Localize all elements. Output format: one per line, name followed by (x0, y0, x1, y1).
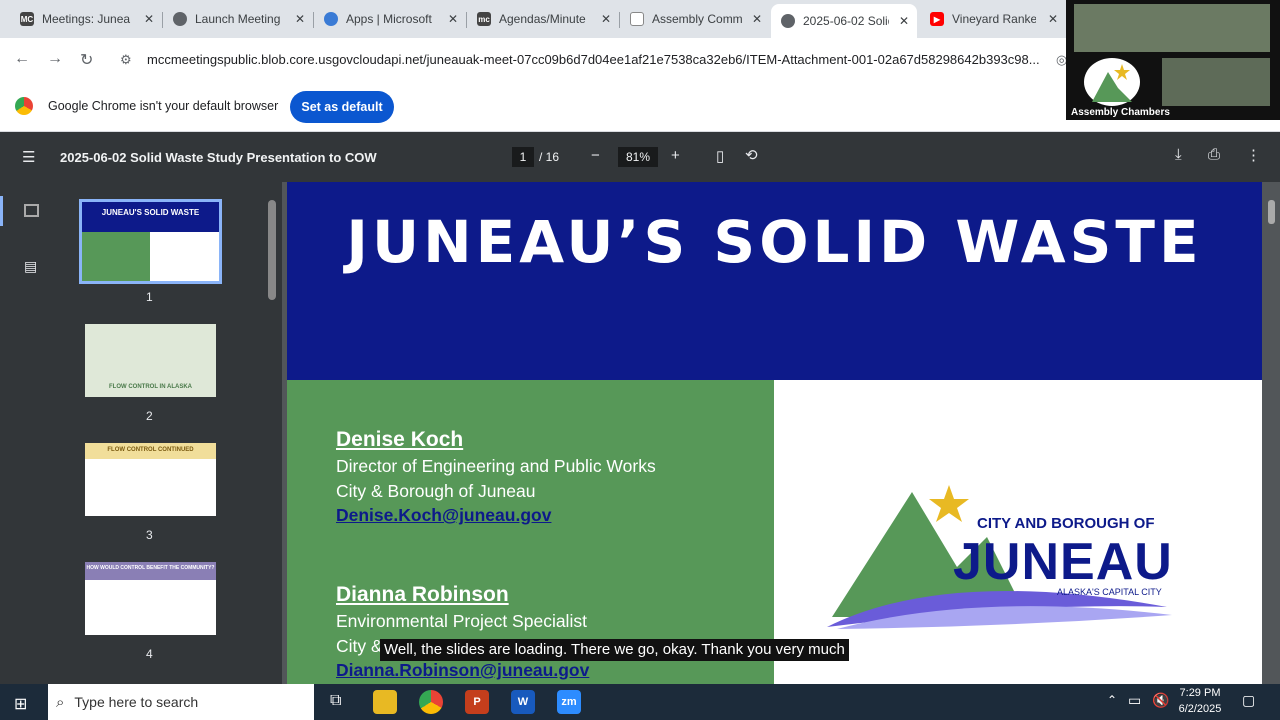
clock-date[interactable]: 6/2/2025 (1176, 703, 1224, 715)
presenter-2-name: Dianna Robinson (336, 583, 509, 606)
network-icon[interactable]: ▭ (1128, 692, 1141, 709)
chrome-icon (15, 97, 33, 115)
tab-vineyard[interactable]: ▶ Vineyard Ranked ✕ (920, 4, 1066, 34)
zoom-in-icon[interactable]: + (671, 147, 680, 164)
more-icon[interactable]: ⋮ (1246, 146, 1261, 164)
thumbnail-page-2[interactable]: FLOW CONTROL IN ALASKA (85, 324, 216, 397)
search-icon: ⌕ (56, 693, 65, 711)
logo-main-text: JUNEAU (953, 533, 1173, 591)
close-icon[interactable]: ✕ (1048, 12, 1058, 26)
close-icon[interactable]: ✕ (448, 12, 458, 26)
logo-top-text: CITY AND BOROUGH OF (977, 515, 1155, 532)
site-info-icon[interactable]: ⚙ (120, 52, 132, 68)
close-icon[interactable]: ✕ (144, 12, 154, 26)
download-icon[interactable]: ⤓ (1175, 146, 1182, 163)
task-view-icon[interactable]: ⧉ (330, 692, 341, 710)
windows-start-icon[interactable]: ⊞ (14, 694, 27, 714)
presenter-1-email[interactable]: Denise.Koch@juneau.gov (336, 505, 551, 526)
video-overlay[interactable]: Assembly Chambers (1066, 0, 1280, 120)
presenter-1-name: Denise Koch (336, 428, 464, 451)
viewer-scrollbar[interactable] (1268, 200, 1275, 224)
presenter-1-org: City & Borough of Juneau (336, 481, 536, 501)
document-icon (630, 12, 644, 26)
clock-time[interactable]: 7:29 PM (1178, 687, 1222, 699)
tray-chevron-icon[interactable]: ⌃ (1107, 693, 1117, 707)
powerpoint-icon[interactable]: P (465, 690, 489, 714)
tab-apps-microsoft[interactable]: Apps | Microsoft ✕ (314, 4, 466, 34)
taskbar-search[interactable]: ⌕ Type here to search (48, 684, 314, 720)
thumbnail-page-1[interactable]: JUNEAU'S SOLID WASTE (82, 202, 219, 281)
pdf-title: 2025-06-02 Solid Waste Study Presentatio… (60, 150, 377, 165)
close-icon[interactable]: ✕ (295, 12, 305, 26)
close-icon[interactable]: ✕ (601, 12, 611, 26)
thumbnails-icon[interactable] (24, 204, 39, 217)
presenter-1-role: Director of Engineering and Public Works (336, 456, 656, 476)
copilot-icon (324, 12, 338, 26)
file-explorer-icon[interactable] (373, 690, 397, 714)
zoom-out-icon[interactable]: − (591, 147, 600, 164)
tab-solid-waste-pdf[interactable]: 2025-06-02 Solid ✕ (771, 4, 917, 38)
presenter-2-org: City & (336, 636, 383, 656)
tab-favicon: MC (20, 12, 34, 26)
infobar-message: Google Chrome isn't your default browser (48, 99, 279, 113)
pdf-viewer[interactable]: JUNEAU’S SOLID WASTE Denise Koch Directo… (282, 182, 1280, 684)
tab-launch-meeting[interactable]: Launch Meeting ✕ (163, 4, 313, 34)
presenter-2-email[interactable]: Dianna.Robinson@juneau.gov (336, 660, 589, 681)
slide-title: JUNEAU’S SOLID WASTE (346, 208, 1203, 276)
fit-page-icon[interactable]: ▯ (716, 147, 724, 165)
page-number-input[interactable]: 1 (512, 147, 534, 167)
slide-page-1: JUNEAU’S SOLID WASTE Denise Koch Directo… (287, 182, 1262, 684)
tab-meetings[interactable]: MC Meetings: Junea ✕ (10, 4, 162, 34)
volume-muted-icon[interactable]: 🔇 (1152, 692, 1169, 709)
word-icon[interactable]: W (511, 690, 535, 714)
thumbnail-page-4[interactable]: HOW WOULD CONTROL BENEFIT THE COMMUNITY? (85, 562, 216, 635)
video-label: Assembly Chambers (1071, 107, 1170, 118)
menu-icon[interactable]: ☰ (22, 148, 35, 166)
close-icon[interactable]: ✕ (899, 14, 909, 28)
presenter-2-role: Environmental Project Specialist (336, 611, 587, 631)
chrome-taskbar-icon[interactable] (419, 690, 443, 714)
assembly-logo (1084, 58, 1140, 106)
outline-icon[interactable]: ▤ (24, 258, 37, 275)
reload-icon[interactable]: ↻ (80, 50, 93, 70)
zoom-icon[interactable]: zm (557, 690, 581, 714)
notifications-icon[interactable]: ▢ (1242, 692, 1255, 709)
sidebar-scrollbar[interactable] (268, 200, 276, 300)
url-field[interactable]: mccmeetingspublic.blob.core.usgovcloudap… (147, 44, 1057, 74)
set-as-default-button[interactable]: Set as default (290, 91, 394, 123)
page-total: / 16 (539, 150, 560, 164)
live-caption: Well, the slides are loading. There we g… (380, 639, 849, 661)
youtube-icon: ▶ (930, 12, 944, 26)
back-icon[interactable]: ← (14, 50, 30, 68)
zoom-level[interactable]: 81% (618, 147, 658, 167)
tab-assembly[interactable]: Assembly Comm ✕ (620, 4, 770, 34)
tab-favicon: mc (477, 12, 491, 26)
close-icon[interactable]: ✕ (752, 12, 762, 26)
logo-sub-text: ALASKA'S CAPITAL CITY (1057, 587, 1162, 597)
rotate-icon[interactable]: ⟲ (745, 146, 758, 164)
forward-icon[interactable]: → (47, 50, 63, 68)
thumbnail-page-3[interactable]: FLOW CONTROL CONTINUED (85, 443, 216, 516)
tab-agendas[interactable]: mc Agendas/Minute ✕ (467, 4, 619, 34)
globe-icon (173, 12, 187, 26)
globe-icon (781, 14, 795, 28)
print-icon[interactable]: ⎙ (1208, 146, 1220, 163)
